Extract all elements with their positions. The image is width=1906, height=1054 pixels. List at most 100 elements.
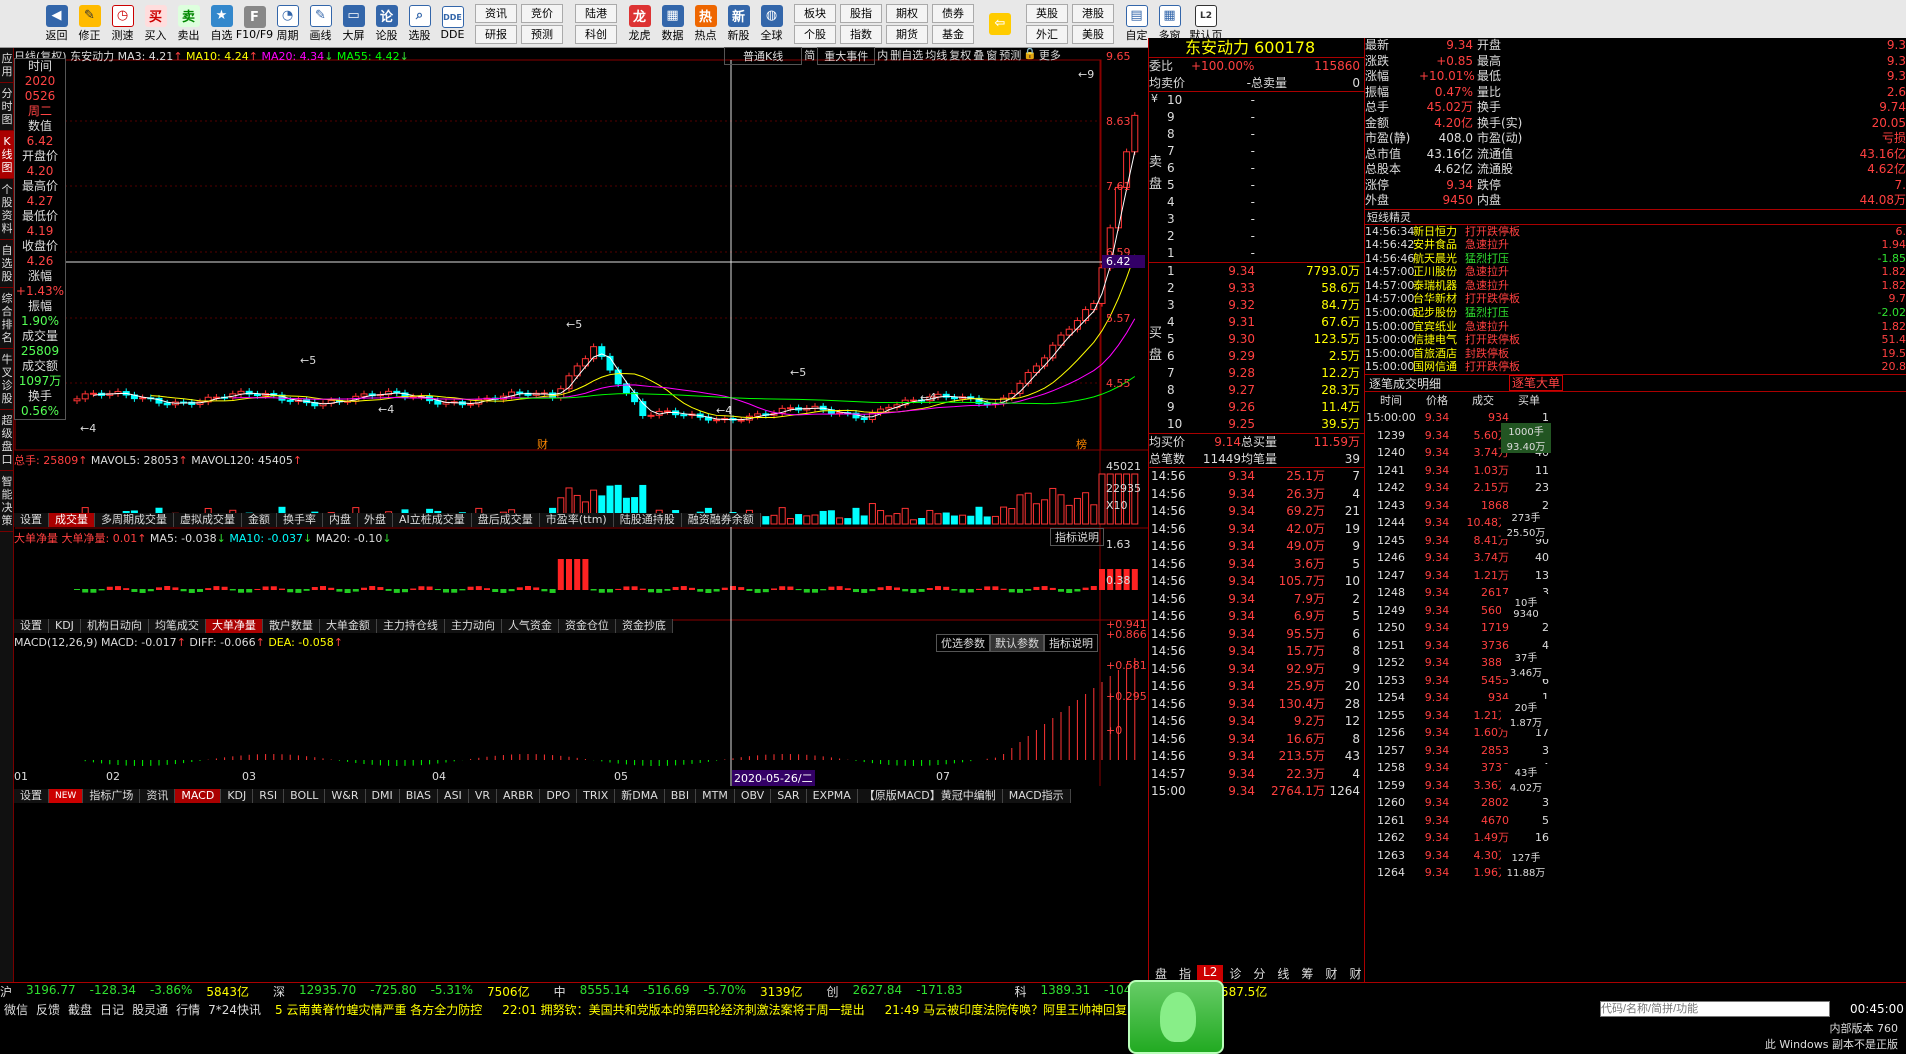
us-stocks-button[interactable]: 美股 bbox=[1072, 24, 1114, 44]
buy-level-row[interactable]: 8 9.27 28.3万 bbox=[1149, 382, 1364, 399]
ind-tab-sar[interactable]: SAR bbox=[771, 789, 807, 803]
quote-tab[interactable]: 财 bbox=[1319, 965, 1343, 982]
news-item-3[interactable]: 21:49 马云被印度法院传唤？阿里王帅神回复 bbox=[875, 1001, 1137, 1018]
vol-tab-amount[interactable]: 金额 bbox=[242, 513, 277, 527]
feedback-link[interactable]: 反馈 bbox=[32, 1001, 64, 1018]
net-tab-retail[interactable]: 散户数量 bbox=[262, 619, 320, 633]
back-button[interactable]: ◀ 返回 bbox=[40, 2, 73, 46]
ind-tab-wr[interactable]: W&R bbox=[325, 789, 366, 803]
ind-tab-arbr[interactable]: ARBR bbox=[496, 789, 541, 803]
ind-tab-bias[interactable]: BIAS bbox=[399, 789, 439, 803]
net-tab-inst[interactable]: 机构日动向 bbox=[80, 619, 149, 633]
stocks-button[interactable]: 个股 bbox=[794, 24, 836, 44]
events-select[interactable]: 重大事件 bbox=[817, 47, 876, 65]
screenshot-link[interactable]: 截盘 bbox=[64, 1001, 96, 1018]
star-market-button[interactable]: 科创 bbox=[575, 24, 617, 44]
forex-button[interactable]: 外汇 bbox=[1026, 24, 1068, 44]
buy-level-row[interactable]: 9 9.26 11.4万 bbox=[1149, 399, 1364, 416]
quote-tab[interactable]: 线 bbox=[1271, 965, 1295, 982]
research-button[interactable]: 研报 bbox=[475, 24, 517, 44]
short-line-row[interactable]: 14:56:34 新日恒力 打开跌停板 6. bbox=[1365, 225, 1906, 239]
net-tab-holding[interactable]: 主力持仓线 bbox=[376, 619, 445, 633]
news-item-2[interactable]: 22:01 拥努钦：美国共和党版本的第四轮经济刺激法案将于周一提出 bbox=[492, 1001, 874, 1018]
sell-level-row[interactable]: 7- bbox=[1149, 143, 1364, 160]
sell-level-row[interactable]: 6- bbox=[1149, 160, 1364, 177]
info-button[interactable]: 资讯 bbox=[475, 3, 517, 23]
simple-toggle[interactable]: 简 bbox=[804, 47, 815, 65]
buy-level-row[interactable]: 5 9.30 123.5万 bbox=[1149, 331, 1364, 348]
finance-marker[interactable]: 财 bbox=[537, 436, 548, 452]
buy-level-row[interactable]: 3 9.32 84.7万 bbox=[1149, 297, 1364, 314]
ind-tab-dpo[interactable]: DPO bbox=[540, 789, 578, 803]
hk-stocks-button[interactable]: 港股 bbox=[1072, 3, 1114, 23]
ind-tab-trix[interactable]: TRIX bbox=[577, 789, 616, 803]
options-button[interactable]: 期权 bbox=[886, 3, 928, 23]
hk-connect-button[interactable]: 陆港 bbox=[575, 3, 617, 23]
bonds-button[interactable]: 债券 bbox=[932, 3, 974, 23]
futures-button[interactable]: 期货 bbox=[886, 24, 928, 44]
ind-tab-orig-macd[interactable]: 【原版MACD】黄冠中编制 bbox=[857, 789, 1003, 803]
ind-tab-square[interactable]: 指标广场 bbox=[83, 789, 141, 803]
net-tab-bignet[interactable]: 大单净量 bbox=[205, 619, 263, 633]
news-item-1[interactable]: 5 云南黄脊竹蝗灾情严重 各方全力防控 bbox=[265, 1001, 492, 1018]
vol-tab-inner[interactable]: 内盘 bbox=[323, 513, 358, 527]
short-line-row[interactable]: 15:00:00 信捷电气 打开跌停板 51.4 bbox=[1365, 333, 1906, 347]
buy-button[interactable]: 买买入 bbox=[139, 2, 172, 46]
stock-link[interactable]: 股灵通 bbox=[128, 1001, 172, 1018]
forum-button[interactable]: 论论股 bbox=[370, 2, 403, 46]
watchlist-button[interactable]: ★ 自选 bbox=[205, 2, 238, 46]
side-tab-kline[interactable]: K线图 bbox=[0, 131, 14, 179]
ind-tab-vr[interactable]: VR bbox=[468, 789, 497, 803]
vol-tab-turnover[interactable]: 换手率 bbox=[277, 513, 323, 527]
auction-button[interactable]: 竞价 bbox=[521, 3, 563, 23]
big-order-button[interactable]: 逐笔大单 bbox=[1509, 375, 1564, 392]
inner-toggle[interactable]: 内 bbox=[877, 47, 888, 65]
short-line-row[interactable]: 14:56:46 航天晨光 猛烈打压 -1.85 bbox=[1365, 252, 1906, 266]
diary-link[interactable]: 日记 bbox=[96, 1001, 128, 1018]
big-screen-button[interactable]: ▭ 大屏 bbox=[337, 2, 370, 46]
speed-test-button[interactable]: ◷ 测速 bbox=[106, 2, 139, 46]
draw-line-button[interactable]: ✎ 画线 bbox=[304, 2, 337, 46]
short-line-row[interactable]: 14:57:00 泰瑞机器 急速拉升 1.82 bbox=[1365, 279, 1906, 293]
short-line-row[interactable]: 15:00:00 首旅酒店 封跌停板 19.5 bbox=[1365, 347, 1906, 361]
optimal-params-button[interactable]: 优选参数 bbox=[936, 634, 990, 652]
vol-tab-hk[interactable]: 陆股通持股 bbox=[613, 513, 682, 527]
sell-level-row[interactable]: 1- bbox=[1149, 245, 1364, 262]
short-line-row[interactable]: 15:00:00 国网信通 打开跌停板 20.8 bbox=[1365, 360, 1906, 374]
ind-tab-mtm[interactable]: MTM bbox=[696, 789, 735, 803]
index-button[interactable]: 指数 bbox=[840, 24, 882, 44]
side-tab-ranking[interactable]: 综合排名 bbox=[0, 288, 14, 349]
forecast-button[interactable]: 预测 bbox=[521, 24, 563, 44]
sell-level-row[interactable]: 9- bbox=[1149, 109, 1364, 126]
ind-tab-bbi[interactable]: BBI bbox=[664, 789, 697, 803]
vol-tab-virtual[interactable]: 虚拟成交量 bbox=[174, 513, 242, 527]
ind-tab-kdj[interactable]: KDJ bbox=[221, 789, 254, 803]
short-line-row[interactable]: 14:57:00 正川股份 急速拉升 1.82 bbox=[1365, 265, 1906, 279]
side-tab-intraday[interactable]: 分时图 bbox=[0, 83, 14, 131]
back-arrow-button[interactable]: ⇦ bbox=[980, 2, 1020, 46]
kline-mode-select[interactable]: 普通K线 bbox=[724, 47, 803, 65]
net-tab-settings[interactable]: 设置 bbox=[14, 619, 49, 633]
kline-chart-area[interactable]: 日线(复权) 东安动力 MA3: 4.21↑ MA10: 4.24↑ MA20:… bbox=[14, 47, 1148, 982]
buy-level-row[interactable]: 7 9.28 12.2万 bbox=[1149, 365, 1364, 382]
buy-level-row[interactable]: 1 9.34 7793.0万 bbox=[1149, 263, 1364, 280]
window-button[interactable]: 窗 bbox=[986, 47, 997, 65]
funds-button[interactable]: 基金 bbox=[932, 24, 974, 44]
buy-level-row[interactable]: 10 9.25 39.5万 bbox=[1149, 416, 1364, 433]
overlay-button[interactable]: 叠 bbox=[973, 47, 984, 65]
vol-tab-settings[interactable]: 设置 bbox=[14, 513, 49, 527]
ind-tab-expma[interactable]: EXPMA bbox=[806, 789, 858, 803]
short-line-row[interactable]: 15:00:00 起步股份 猛烈打压 -2.02 bbox=[1365, 306, 1906, 320]
sell-level-row[interactable]: 10- bbox=[1149, 92, 1364, 109]
side-tab-super-book[interactable]: 超级盘口 bbox=[0, 410, 14, 471]
hotspot-button[interactable]: 热热点 bbox=[689, 2, 722, 46]
side-tab-apps[interactable]: 应用 bbox=[0, 48, 14, 83]
vol-tab-volume[interactable]: 成交量 bbox=[49, 513, 95, 527]
net-tab-kdj[interactable]: KDJ bbox=[49, 619, 81, 633]
short-line-row[interactable]: 15:00:00 宜宾纸业 急速拉升 1.82 bbox=[1365, 320, 1906, 334]
buy-level-row[interactable]: 2 9.33 58.6万 bbox=[1149, 280, 1364, 297]
ind-tab-boll[interactable]: BOLL bbox=[284, 789, 326, 803]
ipo-button[interactable]: 新新股 bbox=[722, 2, 755, 46]
quote-tab[interactable]: 分 bbox=[1247, 965, 1271, 982]
floating-widget[interactable] bbox=[1128, 980, 1224, 1054]
